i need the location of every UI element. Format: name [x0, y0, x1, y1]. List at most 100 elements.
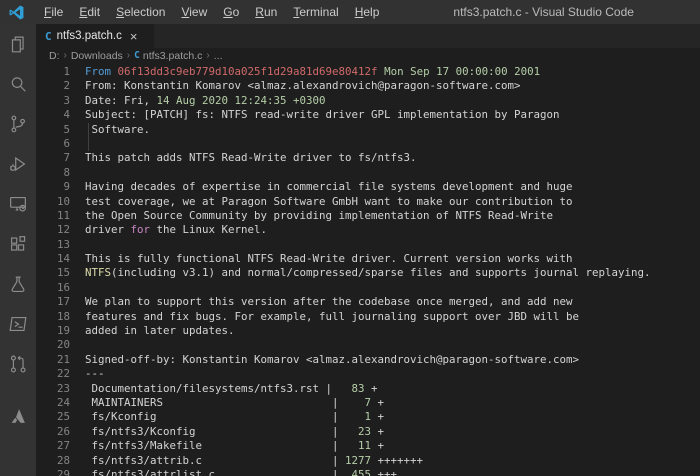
menu-go[interactable]: Go — [215, 0, 247, 24]
code-line[interactable]: 6 — [36, 137, 700, 151]
code-line[interactable]: 22--- — [36, 367, 700, 381]
line-number: 19 — [36, 324, 70, 338]
line-number: 2 — [36, 79, 70, 93]
extensions-icon[interactable] — [6, 232, 30, 256]
title-bar: FileEditSelectionViewGoRunTerminalHelp n… — [0, 0, 700, 24]
line-content: Having decades of expertise in commercia… — [70, 180, 700, 194]
tab-bar: C ntfs3.patch.c × — [36, 24, 700, 48]
breadcrumb-separator: › — [127, 50, 130, 61]
code-line[interactable]: 24 MAINTAINERS | 7 + — [36, 396, 700, 410]
code-line[interactable]: 4Subject: [PATCH] fs: NTFS read-write dr… — [36, 108, 700, 122]
line-number: 10 — [36, 195, 70, 209]
tab-close-icon[interactable]: × — [130, 30, 138, 43]
code-line[interactable]: 29 fs/ntfs3/attrlist.c | 455 +++ — [36, 468, 700, 476]
indent-guide — [88, 123, 89, 137]
code-line[interactable]: 18features and fix bugs. For example, fu… — [36, 310, 700, 324]
code-line[interactable]: 2From: Konstantin Komarov <almaz.alexand… — [36, 79, 700, 93]
menu-terminal[interactable]: Terminal — [285, 0, 346, 24]
indent-guide — [88, 137, 89, 151]
line-content: Signed-off-by: Konstantin Komarov <almaz… — [70, 353, 700, 367]
line-number: 7 — [36, 151, 70, 165]
line-content: Documentation/filesystems/ntfs3.rst | 83… — [70, 382, 700, 396]
tab-label: ntfs3.patch.c — [57, 30, 122, 42]
tab-ntfs3-patch-c[interactable]: C ntfs3.patch.c × — [36, 24, 154, 48]
breadcrumb: D: › Downloads › Cntfs3.patch.c ›... — [36, 48, 700, 63]
code-area[interactable]: 1From 06f13dd3c9eb779d10a025f1d29a81d69e… — [36, 63, 700, 476]
code-line[interactable]: 7This patch adds NTFS Read-Write driver … — [36, 151, 700, 165]
menu-edit[interactable]: Edit — [71, 0, 108, 24]
code-line[interactable]: 16 — [36, 281, 700, 295]
terminal-powershell-icon[interactable] — [6, 312, 30, 336]
menu-view[interactable]: View — [173, 0, 215, 24]
breadcrumb-item[interactable]: ... — [214, 50, 223, 62]
line-number: 29 — [36, 468, 70, 476]
line-content: fs/ntfs3/Kconfig | 23 + — [70, 425, 700, 439]
menu-help[interactable]: Help — [347, 0, 388, 24]
line-number: 11 — [36, 209, 70, 223]
code-line[interactable]: 13 — [36, 238, 700, 252]
breadcrumb-separator: › — [64, 50, 67, 61]
code-line[interactable]: 11the Open Source Community by providing… — [36, 209, 700, 223]
line-number: 4 — [36, 108, 70, 122]
line-number: 22 — [36, 367, 70, 381]
menu-selection[interactable]: Selection — [108, 0, 173, 24]
c-language-icon: C — [45, 30, 52, 43]
line-content: From 06f13dd3c9eb779d10a025f1d29a81d69e8… — [70, 65, 700, 79]
github-pull-request-icon[interactable] — [6, 352, 30, 376]
breadcrumb-item[interactable]: Cntfs3.patch.c — [134, 50, 202, 62]
line-content: fs/ntfs3/attrib.c | 1277 +++++++ — [70, 454, 700, 468]
menu-run[interactable]: Run — [247, 0, 285, 24]
line-content: Software. — [70, 123, 700, 137]
code-line[interactable]: 28 fs/ntfs3/attrib.c | 1277 +++++++ — [36, 454, 700, 468]
line-content: the Open Source Community by providing i… — [70, 209, 700, 223]
code-line[interactable]: 14This is fully functional NTFS Read-Wri… — [36, 252, 700, 266]
code-line[interactable]: 26 fs/ntfs3/Kconfig | 23 + — [36, 425, 700, 439]
code-line[interactable]: 27 fs/ntfs3/Makefile | 11 + — [36, 439, 700, 453]
line-number: 3 — [36, 94, 70, 108]
code-line[interactable]: 15NTFS(including v3.1) and normal/compre… — [36, 266, 700, 280]
line-content: Subject: [PATCH] fs: NTFS read-write dri… — [70, 108, 700, 122]
breadcrumb-item[interactable]: D: — [49, 50, 60, 62]
code-line[interactable]: 1From 06f13dd3c9eb779d10a025f1d29a81d69e… — [36, 65, 700, 79]
remote-explorer-icon[interactable] — [6, 192, 30, 216]
line-content: test coverage, we at Paragon Software Gm… — [70, 195, 700, 209]
code-line[interactable]: 19added in later updates. — [36, 324, 700, 338]
line-number: 27 — [36, 439, 70, 453]
code-line[interactable]: 20 — [36, 338, 700, 352]
line-number: 9 — [36, 180, 70, 194]
code-line[interactable]: 5 Software. — [36, 123, 700, 137]
code-line[interactable]: 12driver for the Linux Kernel. — [36, 223, 700, 237]
window-title: ntfs3.patch.c - Visual Studio Code — [387, 5, 700, 19]
line-number: 16 — [36, 281, 70, 295]
source-control-icon[interactable] — [6, 112, 30, 136]
line-number: 25 — [36, 410, 70, 424]
testing-beaker-icon[interactable] — [6, 272, 30, 296]
line-number: 13 — [36, 238, 70, 252]
line-number: 26 — [36, 425, 70, 439]
code-line[interactable]: 21Signed-off-by: Konstantin Komarov <alm… — [36, 353, 700, 367]
line-content — [70, 338, 700, 352]
code-line[interactable]: 23 Documentation/filesystems/ntfs3.rst |… — [36, 382, 700, 396]
line-content: This patch adds NTFS Read-Write driver t… — [70, 151, 700, 165]
line-content: driver for the Linux Kernel. — [70, 223, 700, 237]
explorer-icon[interactable] — [6, 32, 30, 56]
azure-icon[interactable] — [6, 404, 30, 428]
line-content: We plan to support this version after th… — [70, 295, 700, 309]
activity-bar — [0, 24, 36, 476]
line-content: added in later updates. — [70, 324, 700, 338]
code-line[interactable]: 3Date: Fri, 14 Aug 2020 12:24:35 +0300 — [36, 94, 700, 108]
vscode-window: FileEditSelectionViewGoRunTerminalHelp n… — [0, 0, 700, 476]
code-line[interactable]: 10test coverage, we at Paragon Software … — [36, 195, 700, 209]
code-line[interactable]: 17We plan to support this version after … — [36, 295, 700, 309]
menu-file[interactable]: File — [36, 0, 71, 24]
code-line[interactable]: 25 fs/Kconfig | 1 + — [36, 410, 700, 424]
run-and-debug-icon[interactable] — [6, 152, 30, 176]
code-line[interactable]: 8 — [36, 166, 700, 180]
line-number: 8 — [36, 166, 70, 180]
line-content: From: Konstantin Komarov <almaz.alexandr… — [70, 79, 700, 93]
breadcrumb-item[interactable]: Downloads — [71, 50, 123, 62]
code-line[interactable]: 9Having decades of expertise in commerci… — [36, 180, 700, 194]
menu-bar: FileEditSelectionViewGoRunTerminalHelp — [36, 0, 387, 24]
breadcrumb-separator: › — [206, 50, 209, 61]
search-icon[interactable] — [6, 72, 30, 96]
